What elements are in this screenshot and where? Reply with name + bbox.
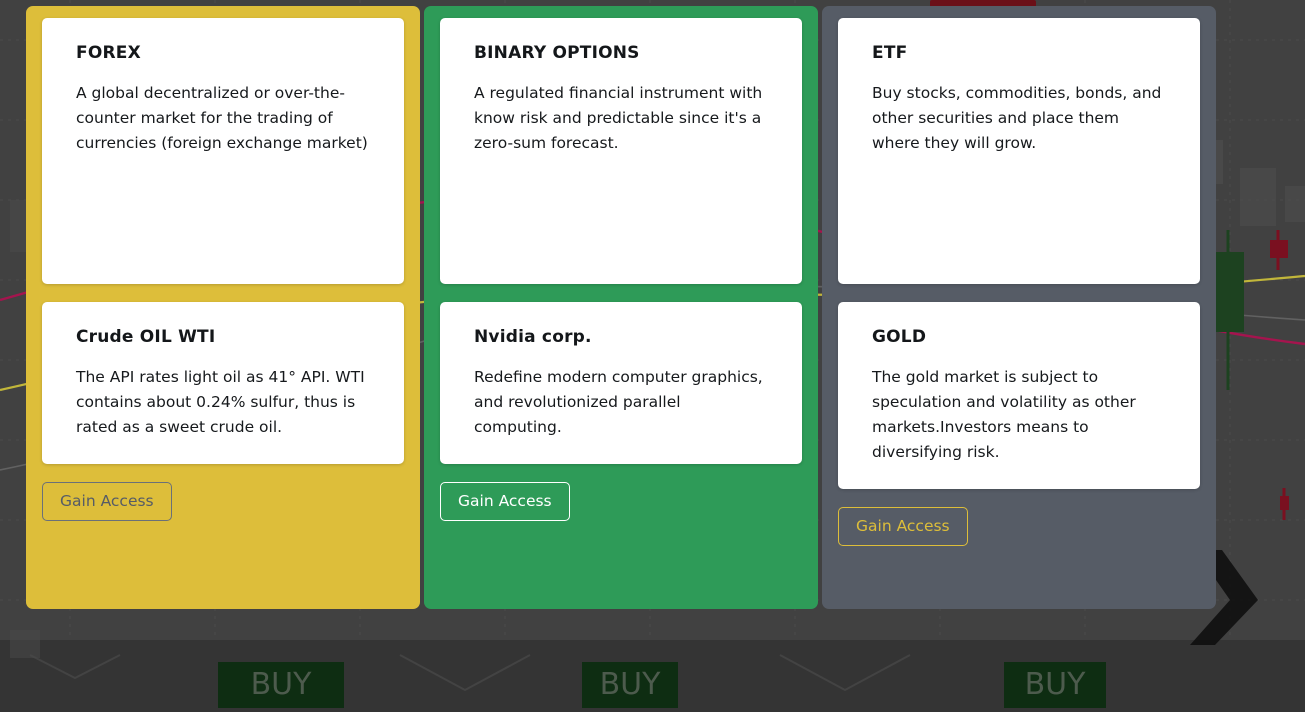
card-description-etf: Buy stocks, commodities, bonds, and othe… [872, 83, 1162, 152]
panel-button-gap [838, 489, 1200, 507]
panel-footer-binary-options: Gain Access [440, 482, 802, 609]
card-title-etf: ETF [872, 43, 908, 63]
card-description-gold: The gold market is subject to speculatio… [872, 367, 1136, 462]
gain-access-button-binary-options[interactable]: Gain Access [440, 482, 570, 522]
card-description-nvidia-corp: Redefine modern computer graphics, and r… [474, 367, 763, 436]
panel-footer-forex: Gain Access [42, 482, 404, 551]
instrument-card-grid: FOREX A global decentralized or over-the… [26, 6, 1216, 610]
panel-binary-options: BINARY OPTIONS A regulated financial ins… [424, 6, 818, 610]
card-title-crude-oil-wti: Crude OIL WTI [76, 327, 216, 347]
card-etf[interactable]: ETF Buy stocks, commodities, bonds, and … [838, 18, 1200, 284]
card-title-nvidia-corp: Nvidia corp. [474, 327, 592, 347]
panel-row-gap [838, 284, 1200, 302]
card-title-binary-options: BINARY OPTIONS [474, 43, 640, 63]
gain-access-button-etf[interactable]: Gain Access [838, 507, 968, 547]
card-forex[interactable]: FOREX A global decentralized or over-the… [42, 18, 404, 284]
panel-forex: FOREX A global decentralized or over-the… [26, 6, 420, 610]
card-gold[interactable]: GOLD The gold market is subject to specu… [838, 302, 1200, 490]
card-title-forex: FOREX [76, 43, 141, 63]
panel-row-gap [42, 284, 404, 302]
card-crude-oil-wti[interactable]: Crude OIL WTI The API rates light oil as… [42, 302, 404, 465]
svg-text:BUY: BUY [600, 667, 662, 702]
svg-text:BUY: BUY [1025, 667, 1087, 702]
card-description-forex: A global decentralized or over-the-count… [76, 83, 368, 152]
card-description-crude-oil-wti: The API rates light oil as 41° API. WTI … [76, 367, 365, 436]
svg-text:BUY: BUY [251, 667, 313, 702]
panel-footer-etf: Gain Access [838, 507, 1200, 570]
panel-row-gap [440, 284, 802, 302]
card-description-binary-options: A regulated financial instrument with kn… [474, 83, 763, 152]
card-title-gold: GOLD [872, 327, 927, 347]
gain-access-button-forex[interactable]: Gain Access [42, 482, 172, 522]
panel-button-gap [42, 464, 404, 482]
panel-etf: ETF Buy stocks, commodities, bonds, and … [822, 6, 1216, 610]
panel-button-gap [440, 464, 802, 482]
card-nvidia-corp[interactable]: Nvidia corp. Redefine modern computer gr… [440, 302, 802, 465]
card-binary-options[interactable]: BINARY OPTIONS A regulated financial ins… [440, 18, 802, 284]
